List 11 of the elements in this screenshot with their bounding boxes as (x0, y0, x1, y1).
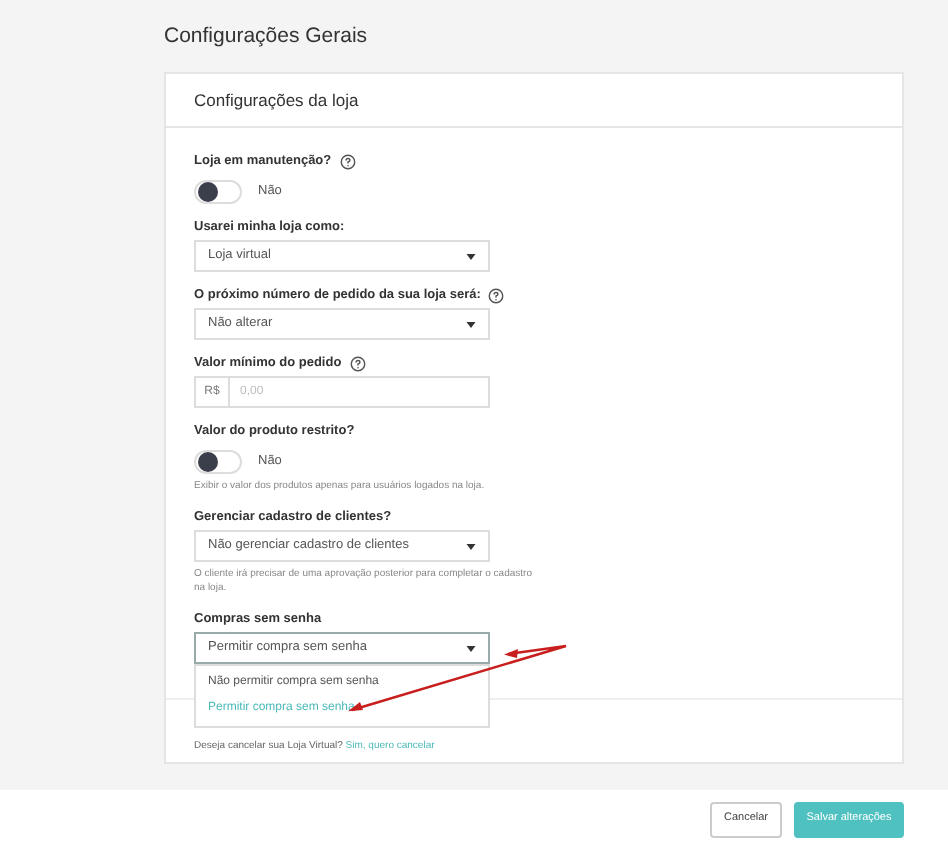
help-icon[interactable] (488, 288, 505, 304)
toggle-switch[interactable] (194, 180, 242, 204)
page-title: Configurações Gerais (164, 22, 370, 52)
help-icon[interactable] (349, 356, 366, 372)
toggle-switch[interactable] (194, 450, 242, 474)
help-icon[interactable] (339, 154, 356, 170)
caret-icon (466, 543, 476, 549)
card-title: Configurações da loja (194, 87, 359, 113)
caret-icon (466, 645, 476, 651)
caret-icon (466, 253, 476, 259)
caret-icon (466, 321, 476, 327)
